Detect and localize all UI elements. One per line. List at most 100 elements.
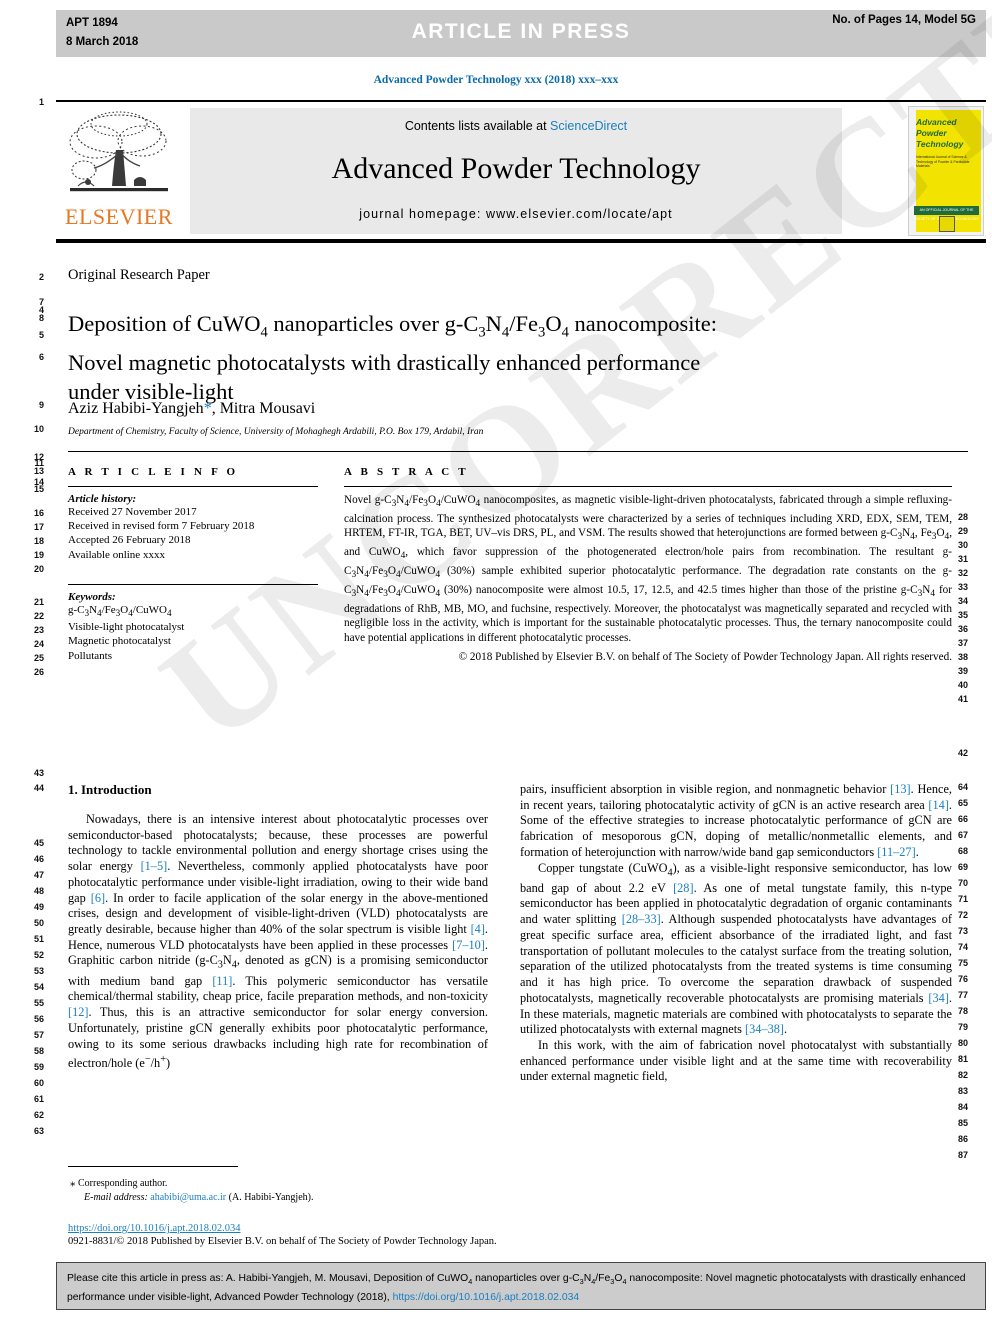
author-primary: Aziz Habibi-Yangjeh: [68, 400, 204, 417]
line-number: 43: [33, 768, 44, 778]
doi-block: https://doi.org/10.1016/j.apt.2018.02.03…: [68, 1222, 958, 1248]
line-number: 54: [33, 982, 44, 992]
line-number: 6: [38, 352, 44, 362]
line-number: 52: [33, 950, 44, 960]
article-info-rule: [68, 486, 318, 487]
list-item: Accepted 26 February 2018: [68, 534, 191, 547]
list-item: g-C3N4/Fe3O4/CuWO4: [68, 603, 172, 618]
line-number: 16: [33, 508, 44, 518]
line-number: 39: [958, 666, 969, 676]
line-number: 28: [958, 512, 969, 522]
line-number: 51: [33, 934, 44, 944]
keywords-rule: [68, 583, 318, 585]
journal-homepage[interactable]: journal homepage: www.elsevier.com/locat…: [190, 207, 842, 221]
list-item: Available online xxxx: [68, 548, 165, 561]
body-column-right: pairs, insufficient absorption in visibl…: [520, 782, 952, 1085]
line-number: 48: [33, 886, 44, 896]
doi-link[interactable]: https://doi.org/10.1016/j.apt.2018.02.03…: [68, 1222, 958, 1235]
line-number: 17: [33, 522, 44, 532]
line-number: 34: [958, 596, 969, 606]
masthead-bottom-rule: [56, 239, 986, 243]
line-number: 9: [38, 400, 44, 410]
cite-doi-link[interactable]: https://doi.org/10.1016/j.apt.2018.02.03…: [393, 1292, 580, 1303]
paragraph: Nowadays, there is an intensive interest…: [68, 812, 488, 1071]
line-number: 1: [38, 97, 44, 107]
line-number: 15: [33, 484, 44, 494]
corresponding-author-text: Corresponding author.: [75, 1178, 168, 1189]
line-number: 59: [33, 1062, 44, 1072]
paragraph: Copper tungstate (CuWO4), as a visible-l…: [520, 860, 953, 1037]
corresponding-author-note: ⁎ Corresponding author.: [70, 1176, 490, 1191]
page-count-model: No. of Pages 14, Model 5G: [832, 14, 976, 26]
abstract-rule: [344, 486, 952, 487]
journal-banner: Contents lists available at ScienceDirec…: [190, 108, 842, 234]
list-item: Visible-light photocatalyst: [68, 621, 185, 634]
email-label: E-mail address:: [84, 1192, 148, 1203]
title-seg-1: Deposition of CuWO: [68, 311, 261, 337]
line-number: 19: [33, 550, 44, 560]
line-number: 30: [958, 540, 969, 550]
article-type: Original Research Paper: [68, 267, 210, 283]
line-number: 66: [958, 814, 969, 824]
line-number: 56: [33, 1014, 44, 1024]
elsevier-wordmark: ELSEVIER: [65, 204, 173, 229]
corresponding-author-marker[interactable]: *: [204, 400, 212, 417]
email-link[interactable]: ahabibi@uma.ac.ir: [150, 1192, 226, 1203]
sciencedirect-link[interactable]: ScienceDirect: [550, 119, 627, 133]
paragraph: In this work, with the aim of fabricatio…: [520, 1037, 952, 1084]
affiliation: Department of Chemistry, Faculty of Scie…: [68, 427, 484, 437]
abstract-copyright: © 2018 Published by Elsevier B.V. on beh…: [458, 650, 952, 663]
line-number: 24: [33, 639, 44, 649]
title-seg-3: N: [485, 311, 502, 337]
line-number: 47: [33, 870, 44, 880]
line-number: 60: [33, 1078, 44, 1088]
article-in-press-banner: APT 1894 8 March 2018 ARTICLE IN PRESS N…: [56, 10, 986, 57]
cover-title: Advanced Powder Technology: [916, 117, 978, 150]
title-line-2: Novel magnetic photocatalysts with drast…: [68, 349, 701, 375]
line-number: 69: [958, 862, 969, 872]
line-number: 13: [33, 466, 44, 476]
cover-band: AN OFFICIAL JOURNAL OF THE SOCIETY OF PO…: [914, 206, 979, 230]
line-number: 70: [958, 878, 969, 888]
line-number: 86: [958, 1134, 969, 1144]
contents-available-line: Contents lists available at ScienceDirec…: [190, 119, 842, 133]
abstract-body: Novel g-C3N4/Fe3O4/CuWO4 nanocomposites,…: [344, 493, 952, 664]
line-number: 61: [33, 1094, 44, 1104]
footnote-rule: [68, 1166, 238, 1167]
line-number: 74: [958, 942, 969, 952]
info-abstract-top-rule: [68, 451, 968, 452]
journal-title: Advanced Powder Technology: [331, 152, 701, 185]
line-number: 82: [958, 1070, 969, 1080]
line-number: 58: [33, 1046, 44, 1056]
list-item: Received in revised form 7 February 2018: [68, 520, 255, 533]
journal-cover-thumbnail: Advanced Powder Technology International…: [908, 106, 984, 236]
cite-seg-4: /Fe: [595, 1273, 611, 1284]
author-secondary: , Mitra Mousavi: [211, 400, 316, 417]
line-number: 84: [958, 1102, 969, 1112]
line-number: 67: [958, 830, 969, 840]
line-number: 77: [958, 990, 969, 1000]
list-item: Pollutants: [68, 649, 113, 662]
section-heading-introduction: 1. Introduction: [68, 782, 152, 797]
cover-publisher-logo-icon: [939, 216, 955, 232]
abstract-column: A B S T R A C T Novel g-C3N4/Fe3O4/CuWO4…: [344, 466, 952, 664]
elsevier-logo: ELSEVIER: [58, 108, 180, 234]
line-number: 38: [958, 652, 969, 662]
line-number: 85: [958, 1118, 969, 1128]
article-history-label: Article history:: [68, 493, 137, 505]
line-number: 78: [958, 1006, 969, 1016]
line-number: 62: [33, 1110, 44, 1120]
line-number: 80: [958, 1038, 969, 1048]
cover-subtitle: International Journal of Science & Techn…: [916, 155, 970, 169]
line-number: 36: [958, 624, 969, 634]
cover-title-line2: Powder: [916, 128, 947, 138]
line-number: 22: [33, 611, 44, 621]
issn-copyright: 0921-8831/© 2018 Published by Elsevier B…: [68, 1236, 497, 1247]
list-item: Magnetic photocatalyst: [68, 635, 171, 648]
email-owner: (A. Habibi-Yangjeh).: [226, 1192, 314, 1203]
line-number: 23: [33, 625, 44, 635]
line-number: 87: [958, 1150, 969, 1160]
line-number: 49: [33, 902, 44, 912]
line-number: 31: [958, 554, 969, 564]
cite-text: Please cite this article in press as: A.…: [57, 1263, 985, 1305]
